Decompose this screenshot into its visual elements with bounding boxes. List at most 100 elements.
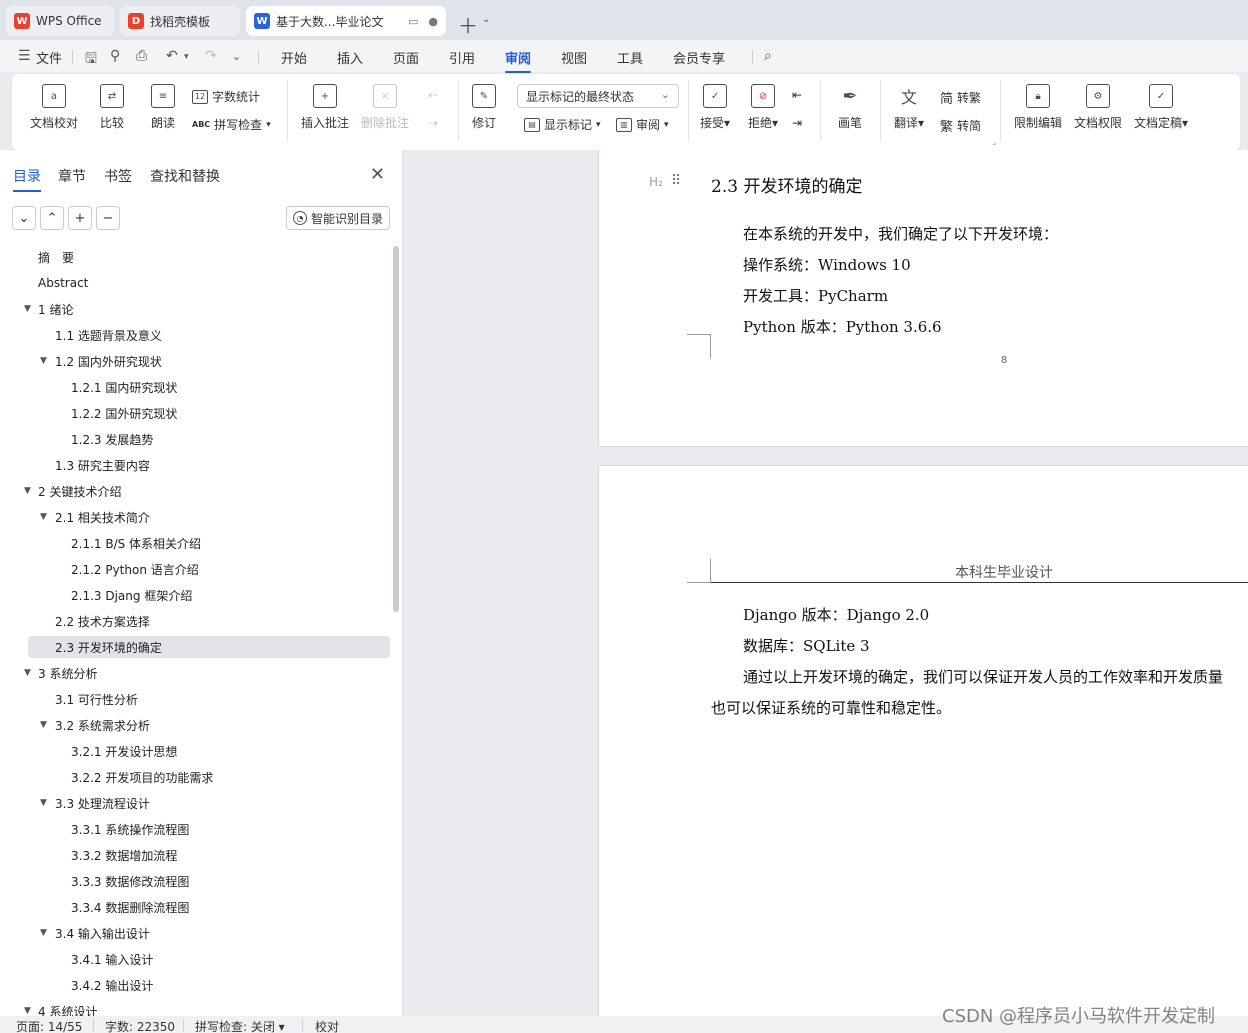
- toc-item[interactable]: 3.3.4 数据删除流程图: [28, 896, 390, 918]
- revise-button[interactable]: ✎ 修订: [472, 84, 496, 131]
- print-preview-icon[interactable]: ⎙: [136, 48, 147, 64]
- expand-arrow-icon[interactable]: ▼: [40, 512, 47, 522]
- remove-heading-button[interactable]: −: [96, 206, 120, 230]
- tab-wps-office[interactable]: W WPS Office: [6, 6, 114, 36]
- toc-item[interactable]: 3.2.2 开发项目的功能需求: [28, 766, 390, 788]
- paragraph[interactable]: Django 版本：Django 2.0: [743, 604, 929, 625]
- chevron-down-icon[interactable]: ▾: [184, 52, 189, 62]
- to-simplified-button[interactable]: 繁 转简: [940, 116, 981, 135]
- word-count-indicator[interactable]: 字数: 22350: [105, 1018, 175, 1033]
- prev-comment-icon[interactable]: ⇠: [428, 88, 438, 102]
- toc-item[interactable]: ▼ 3.4 输入输出设计: [28, 922, 390, 944]
- toc-item[interactable]: 3.3.1 系统操作流程图: [28, 818, 390, 840]
- toc-item[interactable]: ▼ 2 关键技术介绍: [24, 480, 390, 502]
- word-count-button[interactable]: 12 字数统计: [192, 88, 260, 105]
- menu-review[interactable]: 审阅: [505, 48, 532, 73]
- expand-arrow-icon[interactable]: ▼: [40, 798, 47, 808]
- add-heading-button[interactable]: +: [68, 206, 92, 230]
- nav-tab-bookmarks[interactable]: 书签: [104, 166, 132, 186]
- toc-item[interactable]: ▼ 1 绪论: [24, 298, 390, 320]
- to-traditional-button[interactable]: 简 转繁: [940, 88, 981, 107]
- doc-proof-button[interactable]: a 文档校对: [30, 84, 78, 131]
- toc-item[interactable]: 1.3 研究主要内容: [28, 454, 390, 476]
- toc-item[interactable]: 3.3.2 数据增加流程: [28, 844, 390, 866]
- paragraph[interactable]: 也可以保证系统的可靠性和稳定性。: [711, 697, 951, 718]
- next-comment-icon[interactable]: ⇢: [428, 116, 438, 130]
- toc-item[interactable]: Abstract: [28, 272, 390, 294]
- toc-item[interactable]: ▼ 3.2 系统需求分析: [28, 714, 390, 736]
- hamburger-menu-icon[interactable]: ☰: [18, 48, 31, 64]
- paragraph[interactable]: 数据库：SQLite 3: [743, 635, 870, 656]
- paragraph[interactable]: Python 版本：Python 3.6.6: [743, 316, 942, 337]
- expand-up-button[interactable]: ⌃: [40, 206, 64, 230]
- menu-insert[interactable]: 插入: [337, 48, 363, 67]
- translate-button[interactable]: 文 翻译▾: [894, 84, 924, 131]
- toc-item[interactable]: 2.2 技术方案选择: [28, 610, 390, 632]
- toc-item[interactable]: ▼ 1.2 国内外研究现状: [28, 350, 390, 372]
- toc-item[interactable]: 1.2.2 国外研究现状: [28, 402, 390, 424]
- unsaved-dot-icon[interactable]: ●: [428, 15, 438, 28]
- scrollbar[interactable]: [393, 246, 399, 612]
- tab-docer-templates[interactable]: D 找稻壳模板: [120, 6, 240, 36]
- insert-comment-button[interactable]: + 插入批注: [301, 84, 349, 131]
- drag-handle-icon[interactable]: ⠿: [671, 173, 681, 189]
- expand-arrow-icon[interactable]: ▼: [24, 486, 31, 496]
- collapse-all-button[interactable]: ⌄: [12, 206, 36, 230]
- new-tab-plus-icon[interactable]: ＋: [458, 10, 478, 39]
- nav-tab-toc[interactable]: 目录: [13, 166, 41, 192]
- expand-arrow-icon[interactable]: ▼: [24, 668, 31, 678]
- toc-item[interactable]: 3.4.1 输入设计: [28, 948, 390, 970]
- redo-icon[interactable]: ↷: [205, 48, 217, 64]
- nav-tab-find-replace[interactable]: 查找和替换: [150, 166, 220, 186]
- page-header[interactable]: 本科生毕业设计: [955, 562, 1053, 582]
- toc-item[interactable]: 2.1.2 Python 语言介绍: [28, 558, 390, 580]
- toc-item[interactable]: ▼ 3 系统分析: [24, 662, 390, 684]
- menu-member[interactable]: 会员专享: [673, 48, 725, 67]
- window-icon[interactable]: ▭: [408, 15, 418, 28]
- chevron-down-icon[interactable]: ⌄: [482, 14, 490, 25]
- toc-item[interactable]: ▼ 3.3 处理流程设计: [28, 792, 390, 814]
- spell-check-indicator[interactable]: 拼写检查: 关闭 ▾: [195, 1018, 285, 1033]
- markup-state-select[interactable]: 显示标记的最终状态 ⌄: [517, 84, 679, 108]
- review-pane-button[interactable]: ▥ 审阅 ▾: [616, 116, 669, 133]
- expand-arrow-icon[interactable]: ▼: [24, 304, 31, 314]
- proof-indicator[interactable]: 校对: [315, 1018, 339, 1033]
- paragraph[interactable]: 开发工具：PyCharm: [743, 285, 888, 306]
- paragraph[interactable]: 操作系统：Windows 10: [743, 254, 911, 275]
- read-aloud-button[interactable]: ≡ 朗读: [151, 84, 175, 131]
- toc-item[interactable]: 1.2.3 发展趋势: [28, 428, 390, 450]
- reject-button[interactable]: ⊘ 拒绝▾: [748, 84, 778, 131]
- spell-check-button[interactable]: ABC 拼写检查 ▾: [192, 116, 271, 133]
- share-icon[interactable]: ⚲: [110, 48, 120, 64]
- smart-toc-button[interactable]: ◔ 智能识别目录: [286, 206, 390, 230]
- prev-revision-icon[interactable]: ⇤: [792, 88, 802, 102]
- nav-tab-chapters[interactable]: 章节: [58, 166, 86, 186]
- menu-file[interactable]: 文件: [36, 48, 62, 67]
- next-revision-icon[interactable]: ⇥: [792, 116, 802, 130]
- expand-arrow-icon[interactable]: ▼: [40, 720, 47, 730]
- tab-document[interactable]: W 基于大数...毕业论文 ▭ ●: [246, 6, 446, 36]
- menu-page[interactable]: 页面: [393, 48, 419, 67]
- pen-button[interactable]: ✒ 画笔: [838, 84, 862, 131]
- paragraph[interactable]: 在本系统的开发中，我们确定了以下开发环境：: [743, 223, 1058, 244]
- close-icon[interactable]: ✕: [370, 164, 385, 185]
- toc-item[interactable]: 3.4.2 输出设计: [28, 974, 390, 996]
- menu-reference[interactable]: 引用: [449, 48, 475, 67]
- menu-tools[interactable]: 工具: [617, 48, 643, 67]
- expand-arrow-icon[interactable]: ▼: [24, 1006, 31, 1016]
- save-icon[interactable]: 🖫: [85, 48, 97, 72]
- toc-item[interactable]: 1.2.1 国内研究现状: [28, 376, 390, 398]
- show-markup-button[interactable]: ▤ 显示标记 ▾: [524, 116, 601, 133]
- toc-item[interactable]: 2.1.3 Djang 框架介绍: [28, 584, 390, 606]
- dialog-launcher-icon[interactable]: ⌟: [992, 137, 996, 146]
- toc-item[interactable]: 2.3 开发环境的确定: [28, 636, 390, 658]
- delete-comment-button[interactable]: × 删除批注: [361, 84, 409, 131]
- compare-button[interactable]: ⇄ 比较: [100, 84, 124, 131]
- toc-item[interactable]: 3.2.1 开发设计思想: [28, 740, 390, 762]
- toc-item[interactable]: 3.1 可行性分析: [28, 688, 390, 710]
- undo-icon[interactable]: ↶: [166, 48, 178, 64]
- expand-arrow-icon[interactable]: ▼: [40, 928, 47, 938]
- toc-item[interactable]: ▼ 2.1 相关技术简介: [28, 506, 390, 528]
- expand-arrow-icon[interactable]: ▼: [40, 356, 47, 366]
- toc-item[interactable]: 3.3.3 数据修改流程图: [28, 870, 390, 892]
